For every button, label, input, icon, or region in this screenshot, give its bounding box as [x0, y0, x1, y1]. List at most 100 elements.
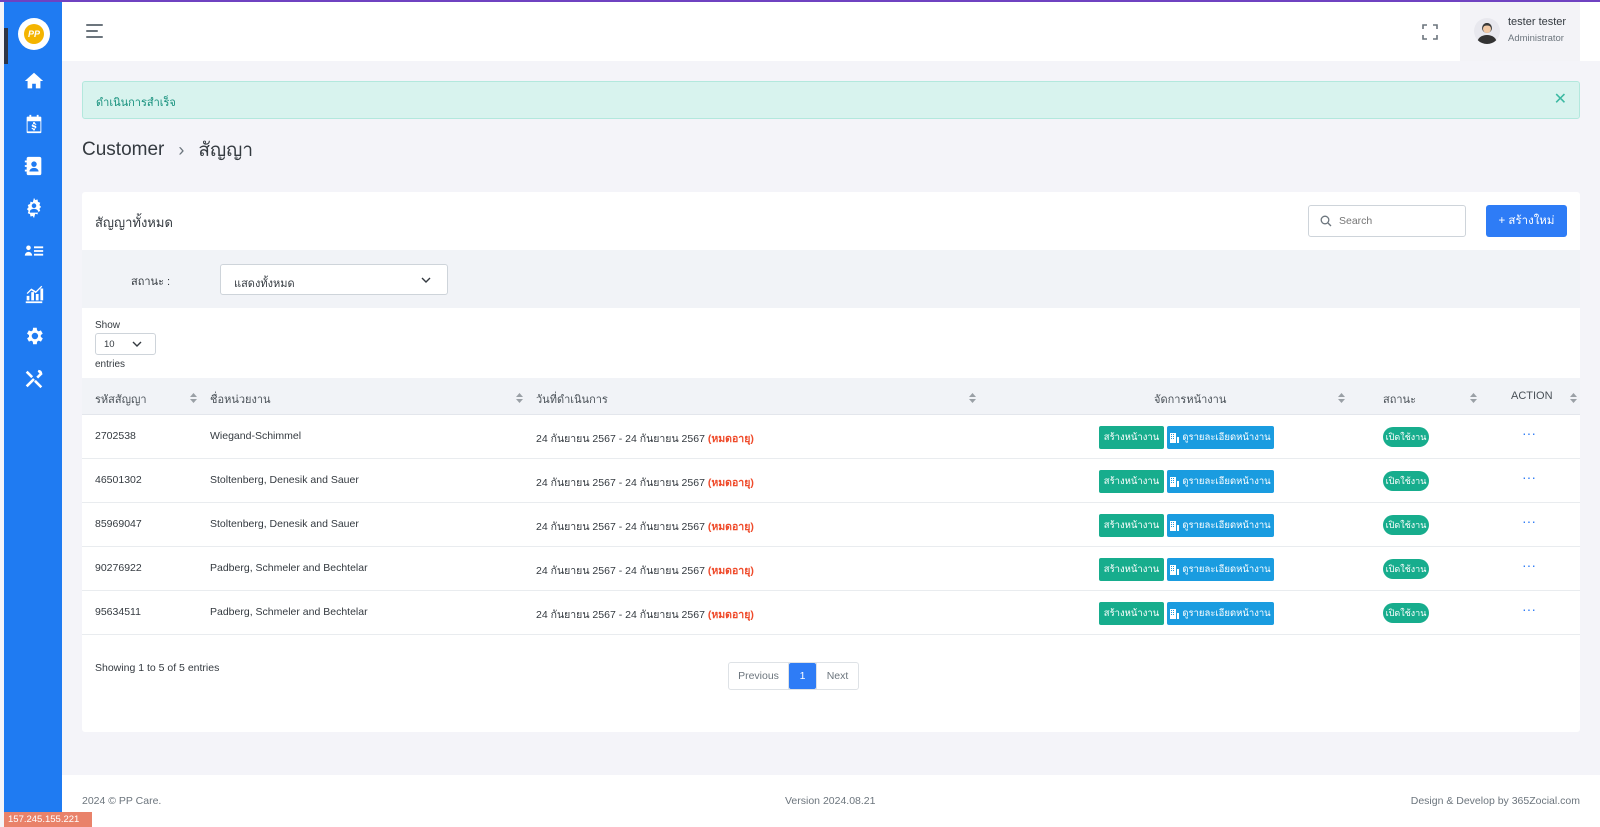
ip-badge: 157.245.155.221 [4, 812, 92, 827]
view-site-button[interactable]: ดูรายละเอียดหน้างาน [1167, 514, 1274, 537]
sidebar-item-staff[interactable] [21, 195, 47, 221]
org-name: Padberg, Schmeler and Bechtelar [210, 562, 368, 574]
sort-icon[interactable] [516, 393, 523, 403]
avatar [1474, 18, 1500, 44]
status-filter-select[interactable]: แสดงทั้งหมด [220, 264, 448, 295]
sidebar-item-home[interactable] [21, 68, 47, 94]
col-header-status[interactable]: สถานะ [1383, 390, 1416, 408]
pagination-page-1[interactable]: 1 [789, 663, 816, 689]
sidebar-edge [4, 28, 8, 64]
date-range: 24 กันยายน 2567 - 24 กันยายน 2567 (หมดอา… [536, 609, 754, 621]
users-gear-icon [26, 197, 42, 219]
search-icon [1320, 215, 1332, 227]
create-site-button[interactable]: สร้างหน้างาน [1099, 558, 1164, 581]
col-header-code[interactable]: รหัสสัญญา [95, 390, 147, 408]
more-actions-icon[interactable]: ··· [1522, 425, 1536, 441]
chevron-down-icon [421, 277, 431, 283]
create-site-button[interactable]: สร้างหน้างาน [1099, 514, 1164, 537]
filter-bar: สถานะ : แสดงทั้งหมด [82, 250, 1580, 308]
view-site-button[interactable]: ดูรายละเอียดหน้างาน [1167, 602, 1274, 625]
status-filter-value: แสดงทั้งหมด [234, 278, 295, 290]
contract-code: 85969047 [95, 518, 142, 530]
page-title: สัญญา [198, 140, 254, 161]
status-filter-label: สถานะ : [131, 276, 171, 288]
entries-select[interactable]: 10 [95, 333, 156, 355]
table-info: Showing 1 to 5 of 5 entries [95, 662, 220, 674]
status-badge: เปิดใช้งาน [1383, 559, 1429, 579]
home-icon [24, 72, 44, 89]
entries-label: entries [95, 359, 126, 370]
close-icon[interactable]: ✕ [1554, 91, 1567, 109]
org-name: Padberg, Schmeler and Bechtelar [210, 606, 368, 618]
view-site-button[interactable]: ดูรายละเอียดหน้างาน [1167, 426, 1274, 449]
building-icon [1170, 476, 1180, 487]
pagination-next[interactable]: Next [816, 663, 858, 689]
status-badge: เปิดใช้งาน [1383, 427, 1429, 447]
sidebar-item-list[interactable] [21, 238, 47, 264]
sidebar-item-reports[interactable] [21, 281, 47, 307]
user-role: Administrator [1508, 33, 1564, 44]
sidebar-item-customer[interactable] [21, 153, 47, 179]
gear-icon [27, 327, 43, 345]
sort-icon[interactable] [969, 393, 976, 403]
create-new-button[interactable]: + สร้างใหม่ [1486, 205, 1567, 237]
expired-label: (หมดอายุ) [707, 609, 754, 621]
contract-code: 2702538 [95, 430, 136, 442]
view-site-button[interactable]: ดูรายละเอียดหน้างาน [1167, 470, 1274, 493]
card-title: สัญญาทั้งหมด [95, 215, 173, 230]
sidebar: PP [4, 2, 62, 827]
breadcrumb-parent[interactable]: Customer [82, 139, 164, 161]
contract-code: 95634511 [95, 606, 141, 618]
more-actions-icon[interactable]: ··· [1522, 513, 1536, 529]
date-range: 24 กันยายน 2567 - 24 กันยายน 2567 (หมดอา… [536, 477, 754, 489]
topbar: tester tester Administrator [62, 2, 1600, 61]
table-row: 90276922 Padberg, Schmeler and Bechtelar… [82, 547, 1580, 591]
contracts-card: สัญญาทั้งหมด + สร้างใหม่ สถานะ : แสดงทั้… [82, 192, 1580, 732]
entries-value: 10 [104, 339, 115, 350]
expired-label: (หมดอายุ) [707, 477, 754, 489]
view-site-button[interactable]: ดูรายละเอียดหน้างาน [1167, 558, 1274, 581]
sort-icon[interactable] [1338, 393, 1345, 403]
chevron-down-icon [132, 341, 142, 347]
success-alert: ดำเนินการสำเร็จ ✕ [82, 81, 1580, 119]
user-menu[interactable]: tester tester Administrator [1460, 2, 1580, 61]
building-icon [1170, 432, 1180, 443]
col-header-date[interactable]: วันที่ดำเนินการ [536, 390, 608, 408]
chevron-right-icon: › [178, 139, 185, 160]
menu-toggle-icon[interactable] [86, 24, 104, 40]
create-site-button[interactable]: สร้างหน้างาน [1099, 426, 1164, 449]
status-badge: เปิดใช้งาน [1383, 515, 1429, 535]
col-header-action[interactable]: ACTION [1511, 390, 1553, 402]
sort-icon[interactable] [1470, 393, 1477, 403]
org-name: Stoltenberg, Denesik and Sauer [210, 474, 359, 486]
list-users-icon [24, 245, 44, 256]
footer-credit: Design & Develop by 365Zocial.com [1410, 795, 1580, 807]
fullscreen-icon[interactable] [1421, 23, 1439, 41]
org-name: Stoltenberg, Denesik and Sauer [210, 518, 359, 530]
table-row: 95634511 Padberg, Schmeler and Bechtelar… [82, 591, 1580, 635]
create-site-button[interactable]: สร้างหน้างาน [1099, 602, 1164, 625]
sidebar-item-settings[interactable] [21, 323, 47, 349]
sort-icon[interactable] [1570, 393, 1577, 403]
sidebar-item-tools[interactable] [21, 366, 47, 392]
search-input[interactable] [1339, 207, 1459, 235]
building-icon [1170, 520, 1180, 531]
search-box[interactable] [1308, 205, 1466, 237]
sidebar-item-billing[interactable] [21, 111, 47, 137]
org-name: Wiegand-Schimmel [210, 430, 302, 442]
breadcrumb: Customer › สัญญา [82, 135, 253, 165]
table-row: 85969047 Stoltenberg, Denesik and Sauer … [82, 503, 1580, 547]
col-header-name[interactable]: ชื่อหน่วยงาน [210, 390, 271, 408]
more-actions-icon[interactable]: ··· [1522, 469, 1536, 485]
table-row: 46501302 Stoltenberg, Denesik and Sauer … [82, 459, 1580, 503]
more-actions-icon[interactable]: ··· [1522, 557, 1536, 573]
col-header-manage[interactable]: จัดการหน้างาน [1154, 390, 1226, 408]
more-actions-icon[interactable]: ··· [1522, 601, 1536, 617]
date-range: 24 กันยายน 2567 - 24 กันยายน 2567 (หมดอา… [536, 433, 754, 445]
contract-code: 90276922 [95, 562, 142, 574]
create-site-button[interactable]: สร้างหน้างาน [1099, 470, 1164, 493]
pagination-previous[interactable]: Previous [729, 663, 789, 689]
contract-code: 46501302 [95, 474, 142, 486]
sort-icon[interactable] [190, 393, 197, 403]
logo[interactable]: PP [18, 18, 50, 50]
